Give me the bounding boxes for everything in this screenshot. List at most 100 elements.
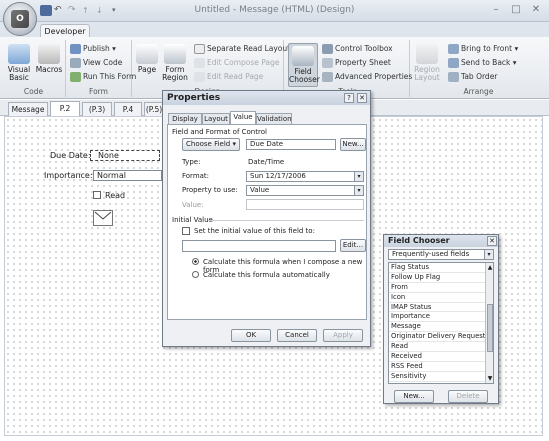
macros-button[interactable]: Macros (35, 44, 63, 74)
minimize-button[interactable]: – (487, 3, 505, 17)
value-label: Value: (182, 201, 204, 209)
tab-value[interactable]: Value (230, 111, 256, 125)
send-to-back-icon (448, 58, 459, 68)
scroll-down-icon[interactable]: ▼ (486, 374, 493, 383)
due-date-field[interactable]: None (90, 150, 160, 161)
field-list-item[interactable]: Follow Up Flag (389, 273, 493, 283)
field-list-item[interactable]: IMAP Status (389, 303, 493, 313)
apply-button[interactable]: Apply (323, 329, 363, 342)
region-layout-button[interactable]: Region Layout (412, 44, 442, 82)
edit-formula-button[interactable]: Edit... (340, 239, 366, 252)
field-chooser-panel: Field Chooser ✕ Frequently-used fields ▾ … (383, 234, 499, 404)
field-list-item[interactable]: Flag Status (389, 263, 493, 273)
edit-read-page-button[interactable]: Edit Read Page (194, 72, 263, 82)
tab-developer[interactable]: Developer (40, 24, 90, 38)
new-field-button[interactable]: New... (340, 138, 366, 151)
visual-basic-button[interactable]: Visual Basic (5, 44, 33, 82)
read-checkbox[interactable] (93, 191, 101, 199)
field-list-item[interactable]: From (389, 283, 493, 293)
choose-field-button[interactable]: Choose Field ▾ (182, 138, 240, 151)
field-list-item[interactable]: Received (389, 352, 493, 362)
edit-compose-icon (194, 58, 205, 68)
read-label: Read (105, 191, 126, 200)
form-region-button[interactable]: Form Region (160, 44, 190, 82)
field-list-item[interactable]: Importance (389, 312, 493, 323)
edit-compose-page-button[interactable]: Edit Compose Page (194, 58, 279, 68)
property-to-use-label: Property to use: (182, 186, 238, 194)
initial-value-input[interactable] (182, 240, 336, 252)
value-input[interactable] (246, 199, 364, 210)
scrollbar-thumb[interactable] (487, 304, 493, 352)
importance-field[interactable]: Normal (93, 170, 162, 181)
dialog-close-button[interactable]: ✕ (357, 93, 367, 103)
initial-value-checkbox[interactable] (182, 227, 190, 235)
field-list[interactable]: Flag Status Follow Up Flag From Icon IMAP St… (388, 262, 494, 384)
field-chooser-button[interactable]: Field Chooser (288, 43, 320, 87)
close-button[interactable]: ✕ (527, 3, 545, 17)
field-delete-button[interactable]: Delete (448, 390, 488, 403)
field-list-scrollbar[interactable]: ▲ ▼ (485, 263, 493, 383)
region-layout-icon (416, 44, 438, 64)
group-arrange: Region Layout Bring to Front ▾ Send to B… (410, 40, 547, 97)
view-code-button[interactable]: View Code (70, 58, 122, 68)
field-chooser-close-button[interactable]: ✕ (487, 236, 497, 246)
page-tab-message[interactable]: Message (8, 102, 48, 116)
scroll-up-icon[interactable]: ▲ (486, 263, 493, 272)
bring-to-front-icon (448, 44, 459, 54)
view-code-icon (70, 58, 81, 68)
chevron-down-icon: ▾ (354, 186, 363, 195)
field-list-item[interactable]: Sent (389, 382, 493, 383)
tab-order-button[interactable]: Tab Order (448, 72, 497, 82)
field-list-item[interactable]: Sensitivity (389, 372, 493, 382)
advanced-properties-button[interactable]: Advanced Properties (322, 72, 412, 82)
field-list-item[interactable]: Originator Delivery Requested (389, 332, 493, 343)
form-region-icon (164, 44, 186, 64)
page-icon (136, 44, 158, 64)
format-label: Format: (182, 172, 210, 180)
run-form-button[interactable]: Run This Form (70, 72, 136, 82)
send-to-back-button[interactable]: Send to Back ▾ (448, 58, 517, 68)
checkbox-icon (194, 44, 205, 54)
control-toolbox-button[interactable]: Control Toolbox (322, 44, 393, 54)
run-form-icon (70, 72, 81, 82)
separate-read-layout-button[interactable]: Separate Read Layout (194, 44, 290, 54)
field-list-item[interactable]: RSS Feed (389, 362, 493, 372)
page-tab-p5[interactable]: (P.5) (144, 102, 164, 116)
page-tab-p2[interactable]: P.2 (50, 101, 80, 117)
radio-automatic-label: Calculate this formula automatically (203, 271, 330, 279)
page-tab-p3[interactable]: (P.3) (82, 102, 112, 116)
format-select[interactable]: Sun 12/17/2006 ▾ (246, 171, 364, 182)
group-code: Visual Basic Macros Code (2, 40, 66, 97)
section-initial-value: Initial Value (172, 216, 213, 224)
field-list-item[interactable]: Read (389, 342, 493, 353)
property-sheet-icon (322, 58, 333, 68)
importance-label: Importance: (44, 171, 93, 180)
ok-button[interactable]: OK (231, 329, 271, 342)
visual-basic-icon (8, 44, 30, 64)
help-button[interactable]: ? (344, 93, 354, 103)
field-new-button[interactable]: New... (394, 390, 434, 403)
properties-title: Properties (163, 91, 370, 105)
group-label-form: Form (89, 87, 108, 96)
page-button[interactable]: Page (134, 44, 160, 74)
maximize-button[interactable]: □ (507, 3, 525, 17)
publish-button[interactable]: Publish ▾ (70, 44, 116, 54)
bring-to-front-button[interactable]: Bring to Front ▾ (448, 44, 518, 54)
advanced-properties-icon (322, 72, 333, 82)
office-button[interactable]: O (3, 2, 37, 36)
publish-icon (70, 44, 81, 54)
page-tab-p4[interactable]: P.4 (114, 102, 142, 116)
section-field-format: Field and Format of Control (172, 128, 267, 136)
property-sheet-button[interactable]: Property Sheet (322, 58, 391, 68)
field-list-item[interactable]: Message (389, 322, 493, 333)
field-list-item[interactable]: Icon (389, 293, 493, 303)
field-name-input[interactable]: Due Date (246, 139, 336, 150)
field-set-select[interactable]: Frequently-used fields ▾ (388, 249, 494, 260)
radio-compose[interactable] (192, 258, 199, 265)
property-to-use-select[interactable]: Value ▾ (246, 185, 364, 196)
group-tools: Field Chooser Control Toolbox Property S… (286, 40, 412, 97)
edit-read-icon (194, 72, 205, 82)
cancel-button[interactable]: Cancel (277, 329, 317, 342)
section-divider (208, 220, 364, 221)
radio-automatic[interactable] (192, 271, 199, 278)
